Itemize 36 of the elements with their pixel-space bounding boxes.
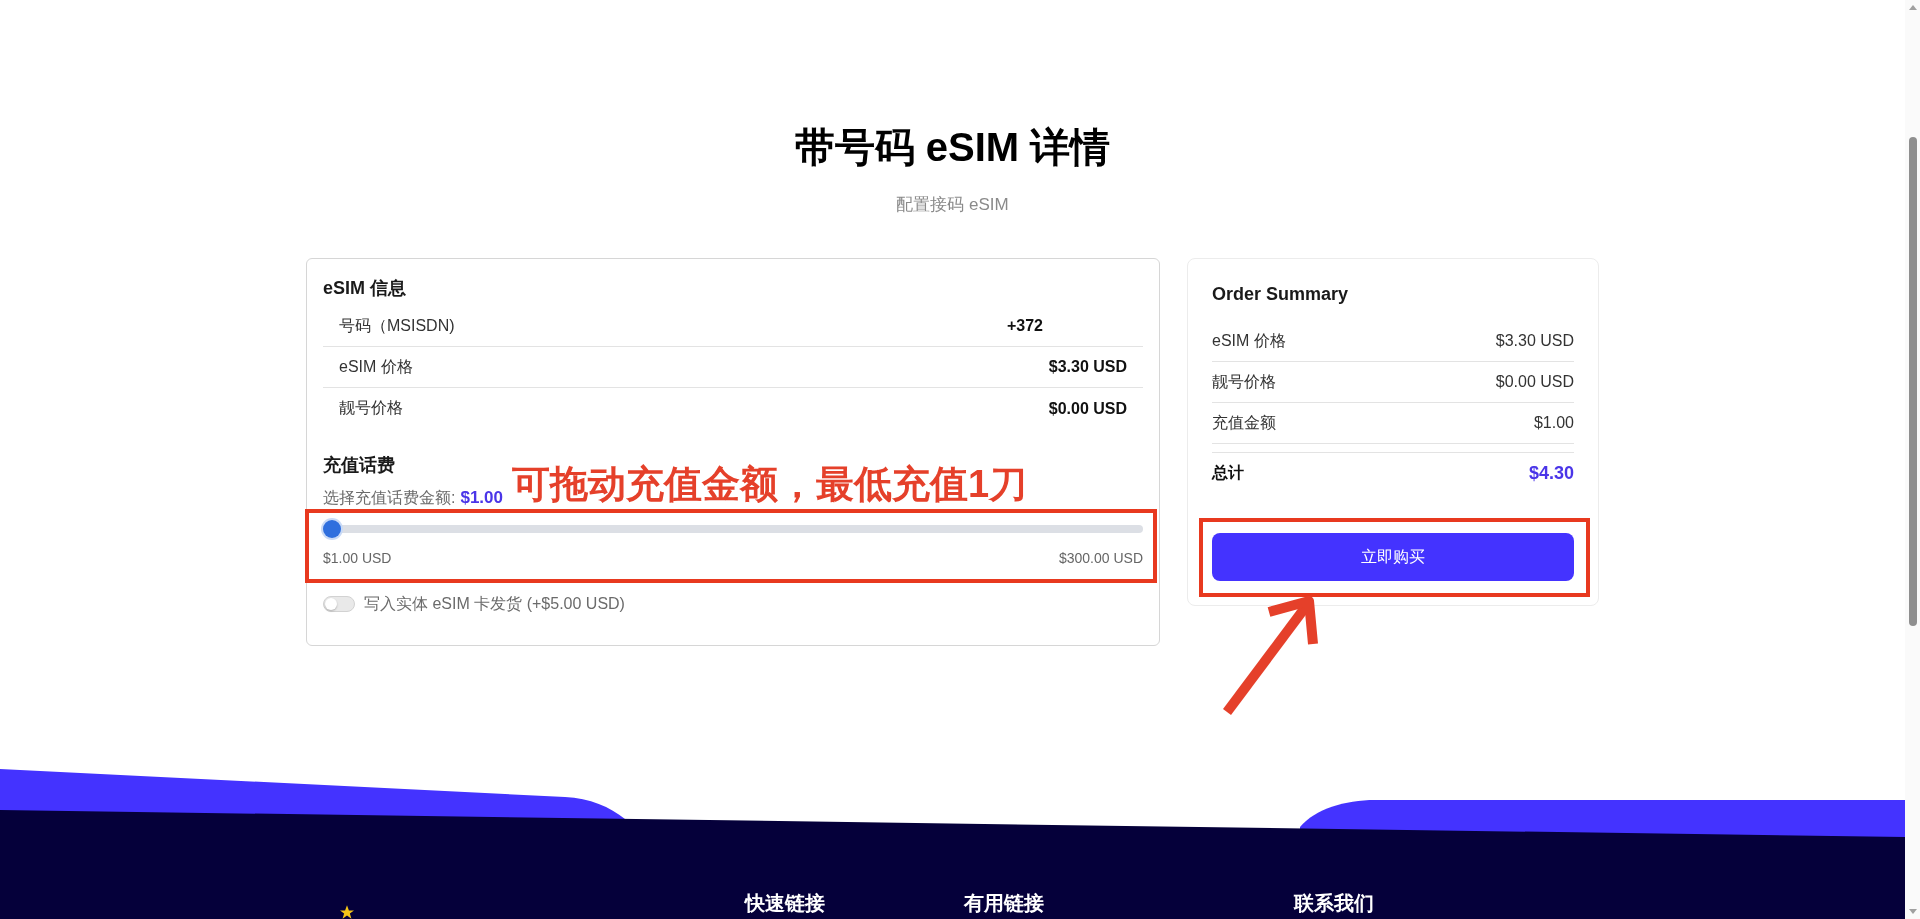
row-label: 靓号价格 — [339, 398, 403, 418]
scroll-up-icon[interactable] — [1908, 5, 1917, 10]
slider-min-label: $1.00 USD — [323, 549, 392, 567]
summary-label: 充值金额 — [1212, 412, 1276, 433]
row-value: +372 — [1006, 317, 1043, 335]
footer-heading: 有用链接 — [964, 891, 1044, 915]
slider-thumb[interactable] — [323, 520, 341, 538]
slider-max-label: $300.00 USD — [1058, 549, 1143, 567]
footer-heading: 联系我们 — [1294, 891, 1374, 915]
footer-heading: 快速链接 — [745, 891, 825, 915]
row-value: $0.00 USD — [1048, 399, 1127, 418]
amount-value: $1.00 — [460, 488, 503, 508]
card-title: eSIM 信息 — [323, 277, 406, 300]
summary-value: $3.30 USD — [1495, 332, 1574, 350]
summary-label: 靓号价格 — [1212, 371, 1276, 392]
summary-value: $1.00 — [1533, 414, 1574, 432]
toggle-label: 写入实体 eSIM 卡发货 (+$5.00 USD) — [364, 593, 625, 614]
scroll-down-icon[interactable] — [1908, 909, 1917, 914]
total-label: 总计 — [1212, 463, 1244, 483]
card-title: Order Summary — [1212, 283, 1349, 306]
buy-now-button[interactable]: 立即购买 — [1212, 533, 1574, 581]
summary-value: $0.00 USD — [1495, 373, 1574, 391]
page-title: 带号码 eSIM 详情 — [794, 124, 1111, 171]
row-value: $3.30 USD — [1048, 358, 1127, 376]
scrollbar-thumb[interactable] — [1908, 137, 1917, 626]
row-label: eSIM 价格 — [339, 356, 413, 377]
page-subtitle: 配置接码 eSIM — [896, 194, 1009, 216]
section-title: 充值话费 — [323, 454, 395, 477]
amount-label: 选择充值话费金额: — [323, 488, 456, 508]
total-value: $4.30 — [1528, 463, 1574, 484]
amount-slider-track[interactable] — [323, 519, 1143, 539]
row-label: 号码（MSISDN) — [339, 315, 455, 336]
shipping-toggle[interactable] — [323, 596, 355, 612]
annotation-note: 可拖动充值金额，最低充值1刀 — [512, 463, 1028, 505]
summary-label: eSIM 价格 — [1212, 330, 1286, 351]
star-icon — [340, 905, 354, 919]
